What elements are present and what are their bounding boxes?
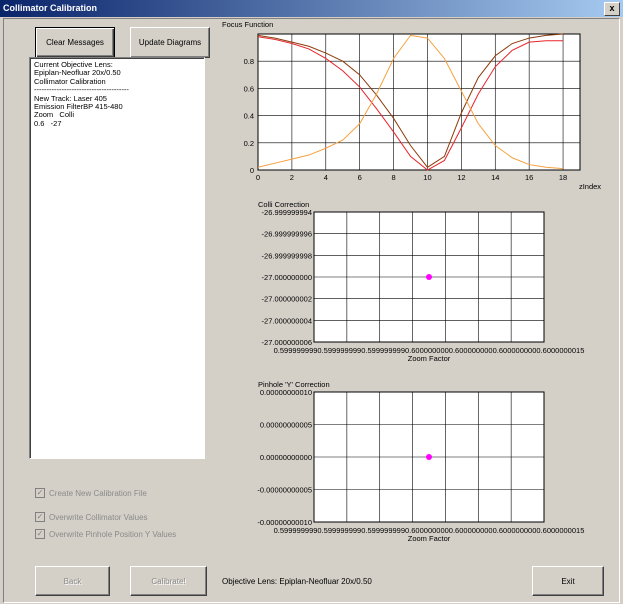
calibrate-button[interactable]: Calibrate!: [130, 566, 207, 596]
checkbox-label: Overwrite Pinhole Position Y Values: [49, 529, 177, 539]
clear-messages-button[interactable]: Clear Messages: [35, 27, 115, 58]
create-new-calibration-checkbox[interactable]: ✓ Create New Calibration File: [35, 488, 147, 498]
checkbox-icon: ✓: [35, 529, 45, 539]
update-diagrams-button[interactable]: Update Diagrams: [130, 27, 210, 58]
checkbox-icon: ✓: [35, 512, 45, 522]
exit-button[interactable]: Exit: [532, 566, 604, 596]
checkbox-icon: ✓: [35, 488, 45, 498]
checkbox-label: Overwrite Collimator Values: [49, 512, 148, 522]
overwrite-pinhole-checkbox[interactable]: ✓ Overwrite Pinhole Position Y Values: [35, 529, 176, 539]
close-button[interactable]: x: [604, 2, 620, 16]
back-button[interactable]: Back: [35, 566, 110, 596]
checkbox-label: Create New Calibration File: [49, 488, 147, 498]
window-title: Collimator Calibration: [3, 3, 98, 13]
status-objective-lens: Objective Lens: Epiplan-Neofluar 20x/0.5…: [222, 577, 372, 586]
message-line: 0.6 -27: [34, 118, 62, 128]
title-bar: Collimator Calibration x: [0, 0, 623, 17]
overwrite-collimator-checkbox[interactable]: ✓ Overwrite Collimator Values: [35, 512, 148, 522]
message-log[interactable]: Current Objective Lens: Epiplan-Neofluar …: [29, 57, 205, 459]
